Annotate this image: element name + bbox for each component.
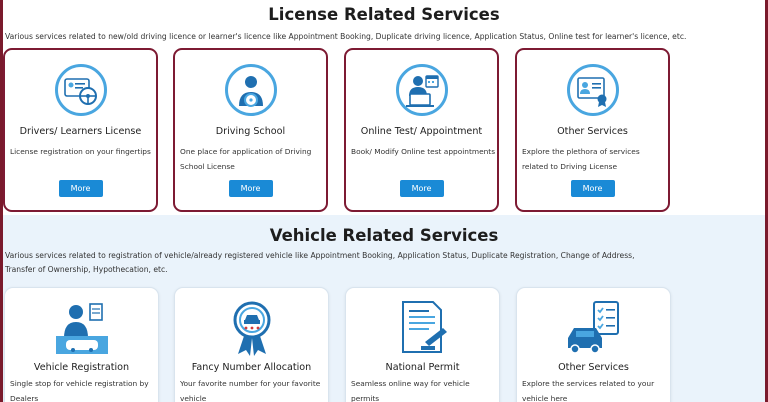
permit-document-icon: [395, 298, 451, 356]
card-description: Explore the plethora of services related…: [522, 147, 640, 171]
card-title: Vehicle Registration: [33, 362, 130, 373]
card-title: Other Services: [558, 362, 629, 373]
card-fancy-number-allocation[interactable]: Fancy Number Allocation Your favorite nu…: [174, 287, 329, 402]
card-other-vehicle-services[interactable]: Other Services Explore the services rela…: [516, 287, 671, 402]
card-title: Driving School: [215, 126, 286, 137]
driver-steering-icon: [224, 64, 277, 116]
more-button-other-services[interactable]: More: [570, 180, 615, 197]
card-vehicle-registration[interactable]: Vehicle Registration Single stop for veh…: [4, 287, 159, 402]
license-services-section: License Related Services Various service…: [3, 0, 765, 215]
vehicle-registration-icon: [54, 298, 110, 356]
more-button-drivers-license[interactable]: More: [58, 180, 103, 197]
more-button-driving-school[interactable]: More: [228, 180, 273, 197]
license-section-title: License Related Services: [268, 5, 500, 24]
card-description: Book/ Modify Online test appointments: [351, 147, 496, 156]
vehicle-section-description: Various services related to registration…: [5, 251, 635, 274]
card-description: Explore the services related to your veh…: [522, 379, 655, 402]
card-title: Drivers/ Learners License: [19, 126, 142, 137]
card-title: Online Test/ Appointment: [360, 126, 483, 137]
license-section-description: Various services related to new/old driv…: [5, 32, 687, 41]
card-description: Single stop for vehicle registration by …: [10, 379, 149, 402]
card-description: License registration on your fingertips: [10, 147, 151, 156]
certificate-icon: [566, 64, 619, 116]
vehicle-services-section: Vehicle Related Services Various service…: [3, 215, 765, 402]
card-description: Seamless online way for vehicle permits: [351, 379, 470, 402]
number-badge-icon: [224, 298, 280, 356]
more-button-online-test[interactable]: More: [399, 180, 444, 197]
card-title: Other Services: [557, 126, 628, 137]
card-drivers-learners-license[interactable]: Drivers/ Learners License License regist…: [3, 48, 158, 212]
vehicle-section-title: Vehicle Related Services: [269, 226, 499, 245]
online-test-calendar-icon: [395, 64, 448, 116]
vehicle-checklist-icon: [566, 298, 622, 356]
card-description: Your favorite number for your favorite v…: [180, 379, 321, 402]
card-online-test-appointment[interactable]: Online Test/ Appointment Book/ Modify On…: [344, 48, 499, 212]
license-card-steering-icon: [54, 64, 107, 116]
card-description: One place for application of Driving Sch…: [180, 147, 312, 171]
card-national-permit[interactable]: National Permit Seamless online way for …: [345, 287, 500, 402]
card-driving-school[interactable]: Driving School One place for application…: [173, 48, 328, 212]
card-other-license-services[interactable]: Other Services Explore the plethora of s…: [515, 48, 670, 212]
card-title: Fancy Number Allocation: [191, 362, 312, 373]
card-title: National Permit: [385, 362, 460, 373]
